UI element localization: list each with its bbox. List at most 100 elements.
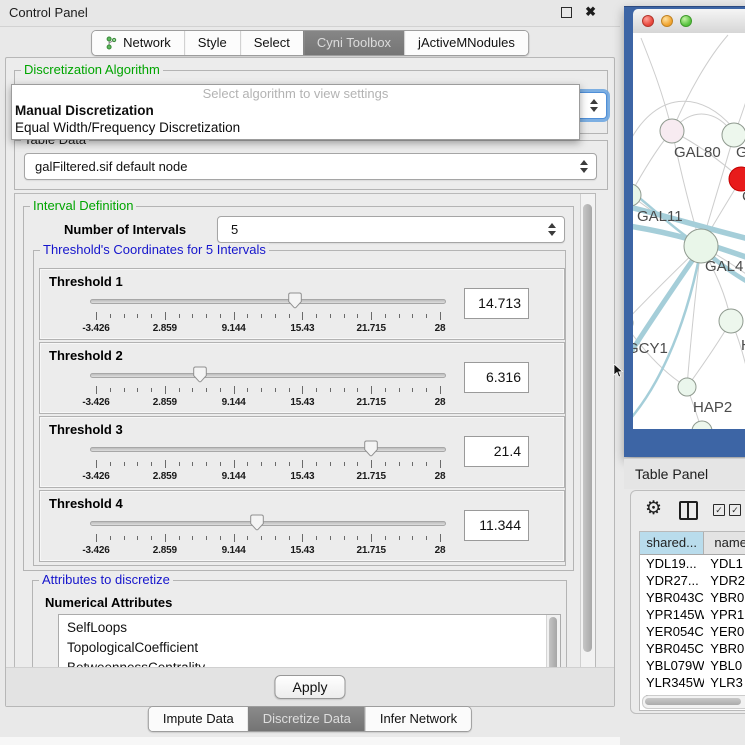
region-scrollbar[interactable] [580, 194, 595, 668]
columns-icon[interactable] [679, 501, 698, 520]
dropdown-option-manual-discretization[interactable]: Manual Discretization [12, 102, 579, 119]
slider-track[interactable] [90, 299, 446, 304]
slider-track[interactable] [90, 373, 446, 378]
table-cell[interactable]: YER054C [640, 623, 704, 640]
attribute-item-topologicalcoefficient[interactable]: TopologicalCoefficient [59, 638, 560, 658]
network-icon [105, 36, 118, 50]
dropdown-prompt[interactable]: Select algorithm to view settings [12, 85, 579, 102]
threshold-value-field[interactable]: 6.316 [464, 362, 529, 393]
close-traffic-light-icon[interactable] [642, 15, 654, 27]
table-cell[interactable]: YBR0 [704, 589, 745, 606]
column-header-shared[interactable]: shared... [640, 532, 704, 554]
horizontal-scrollbar[interactable] [642, 695, 745, 709]
region-scrollbar-thumb[interactable] [583, 204, 592, 652]
table-cell[interactable]: YDL19... [640, 555, 704, 572]
threshold-slider[interactable]: -3.4262.8599.14415.4321.71528 [90, 440, 446, 482]
table-row[interactable]: YBL079WYBL0 [640, 657, 745, 674]
threshold-value-field[interactable]: 11.344 [464, 510, 529, 541]
network-node[interactable] [660, 119, 684, 143]
slider-tick-labels: -3.4262.8599.14415.4321.71528 [96, 323, 440, 334]
table-cell[interactable]: YLR345W [640, 674, 704, 691]
table-cell[interactable]: YBL0 [704, 657, 745, 674]
threshold-1-panel: Threshold 1-3.4262.8599.14415.4321.71528… [39, 268, 565, 340]
slider-thumb[interactable] [364, 440, 379, 457]
table-data-combo[interactable]: galFiltered.sif default node [24, 153, 597, 180]
horizontal-scrollbar-thumb[interactable] [645, 698, 741, 705]
list-scrollbar[interactable] [546, 615, 560, 669]
threshold-value-field[interactable]: 14.713 [464, 288, 529, 319]
table-row[interactable]: YDR27...YDR2 [640, 572, 745, 589]
tab-impute-data[interactable]: Impute Data [149, 707, 248, 731]
column-header-name[interactable]: name [704, 532, 745, 554]
table-panel-titlebar[interactable]: Table Panel [624, 458, 745, 489]
network-canvas[interactable]: GAL80GAGAL11CGAL4GCY1HHAP2 [633, 33, 745, 429]
tick-mark [426, 314, 427, 318]
tab-select[interactable]: Select [240, 31, 303, 55]
gear-icon[interactable]: ⚙ [645, 498, 662, 520]
tick-mark [385, 462, 386, 466]
tab-cyni-toolbox[interactable]: Cyni Toolbox [303, 31, 404, 55]
threshold-value-field[interactable]: 21.4 [464, 436, 529, 467]
table-row[interactable]: YDL19...YDL1 [640, 555, 745, 572]
tick-mark [206, 536, 207, 540]
tick-mark [96, 534, 97, 542]
tick-mark [261, 462, 262, 466]
top-tab-bar: NetworkStyleSelectCyni ToolboxjActiveMNo… [0, 26, 620, 57]
network-window-titlebar[interactable] [633, 9, 745, 34]
tick-label: 9.144 [222, 545, 246, 556]
network-node[interactable] [678, 378, 696, 396]
tab-style[interactable]: Style [184, 31, 240, 55]
checkbox-checked-icon[interactable]: ✓ [713, 504, 725, 516]
network-node[interactable] [692, 421, 712, 429]
dropdown-option-equal-width-frequency-discretization[interactable]: Equal Width/Frequency Discretization [12, 119, 579, 136]
tick-mark [261, 536, 262, 540]
slider-thumb[interactable] [193, 366, 208, 383]
table-cell[interactable]: YBR043C [640, 589, 704, 606]
node-label-ga: GA [736, 144, 745, 161]
slider-thumb[interactable] [288, 292, 303, 309]
table-cell[interactable]: YPR145W [640, 606, 704, 623]
table-cell[interactable]: YBR045C [640, 640, 704, 657]
group-title: Threshold's Coordinates for 5 Intervals [40, 243, 269, 257]
network-node[interactable] [719, 309, 743, 333]
tick-label: 9.144 [222, 323, 246, 334]
threshold-slider[interactable]: -3.4262.8599.14415.4321.71528 [90, 514, 446, 556]
table-cell[interactable]: YER0 [704, 623, 745, 640]
tab-jactivemnodules[interactable]: jActiveMNodules [404, 31, 528, 55]
threshold-slider[interactable]: -3.4262.8599.14415.4321.71528 [90, 292, 446, 334]
zoom-traffic-light-icon[interactable] [680, 15, 692, 27]
table-cell[interactable]: YDL1 [704, 555, 745, 572]
slider-track[interactable] [90, 447, 446, 452]
apply-button[interactable]: Apply [274, 675, 345, 699]
threshold-slider[interactable]: -3.4262.8599.14415.4321.71528 [90, 366, 446, 408]
attribute-item-selfloops[interactable]: SelfLoops [59, 618, 560, 638]
tab-network[interactable]: Network [92, 31, 184, 55]
table-cell[interactable]: YBL079W [640, 657, 704, 674]
tick-mark [137, 314, 138, 318]
table-cell[interactable]: YLR3 [704, 674, 745, 691]
close-icon[interactable]: ✖ [585, 6, 596, 18]
float-window-icon[interactable] [561, 7, 572, 18]
tick-label: 21.715 [356, 323, 385, 334]
control-panel-titlebar[interactable]: Control Panel ✖ [0, 0, 620, 27]
table-cell[interactable]: YPR1 [704, 606, 745, 623]
table-cell[interactable]: YDR2 [704, 572, 745, 589]
tab-infer-network[interactable]: Infer Network [365, 707, 471, 731]
number-of-intervals-combo[interactable]: 5 [217, 216, 565, 243]
slider-thumb[interactable] [250, 514, 265, 531]
table-cell[interactable]: YBR0 [704, 640, 745, 657]
table-row[interactable]: YER054CYER0 [640, 623, 745, 640]
checkbox-checked-icon[interactable]: ✓ [729, 504, 741, 516]
tick-label: 21.715 [356, 471, 385, 482]
tab-discretize-data[interactable]: Discretize Data [248, 707, 365, 731]
table-row[interactable]: YPR145WYPR1 [640, 606, 745, 623]
table-row[interactable]: YLR345WYLR3 [640, 674, 745, 691]
tick-mark [371, 312, 372, 320]
slider-track[interactable] [90, 521, 446, 526]
table-cell[interactable]: YDR27... [640, 572, 704, 589]
table-row[interactable]: YBR043CYBR0 [640, 589, 745, 606]
numerical-attributes-list[interactable]: SelfLoopsTopologicalCoefficientBetweenne… [58, 614, 561, 669]
minimize-traffic-light-icon[interactable] [661, 15, 673, 27]
list-scrollbar-thumb[interactable] [549, 617, 557, 669]
table-row[interactable]: YBR045CYBR0 [640, 640, 745, 657]
